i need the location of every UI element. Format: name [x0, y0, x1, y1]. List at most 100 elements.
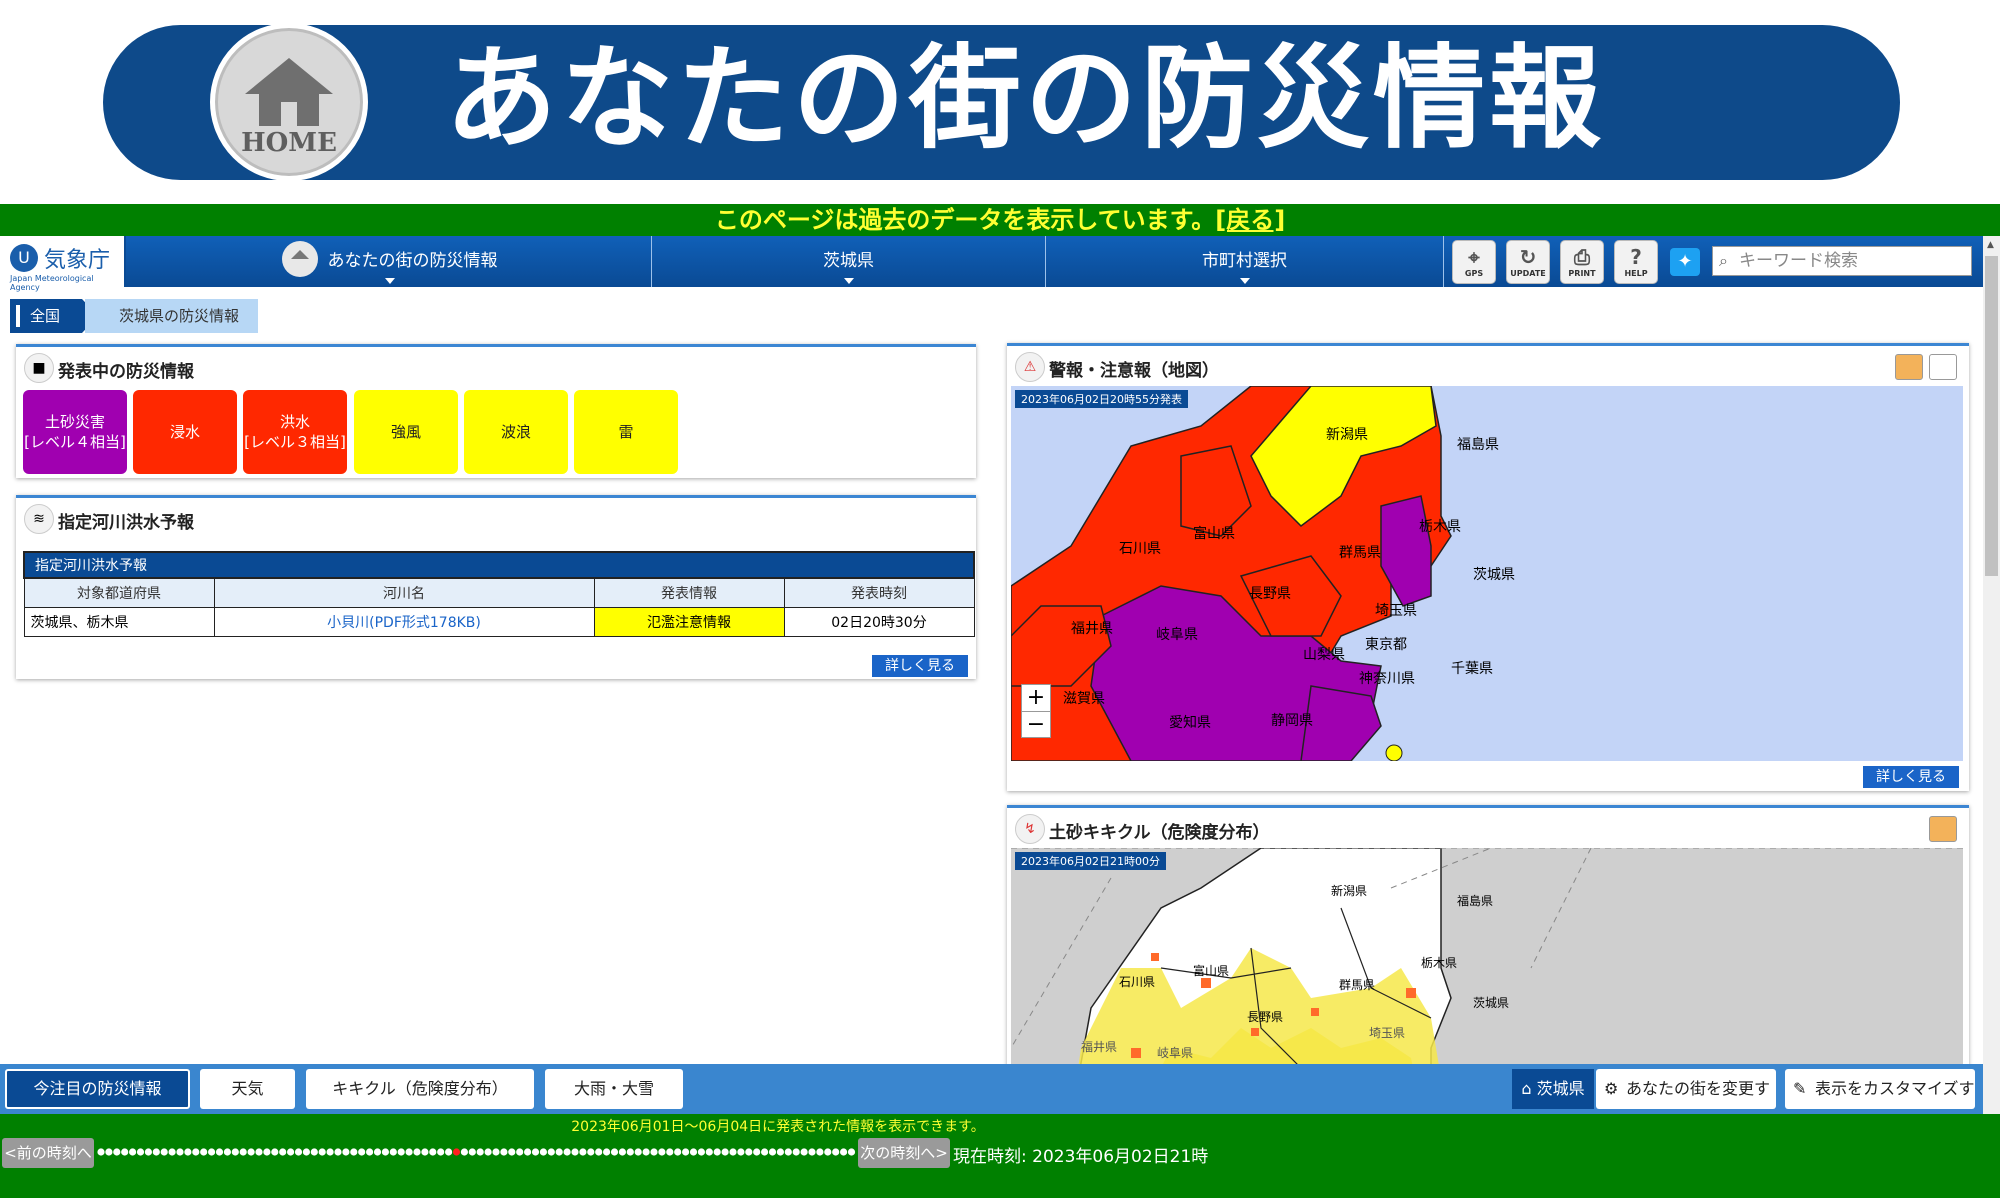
timeline-dot[interactable]: [460, 1148, 468, 1156]
warning-tile-strong-wind[interactable]: 強風: [354, 390, 458, 474]
timeline-dot[interactable]: [468, 1148, 476, 1156]
timeline-dot[interactable]: [136, 1148, 145, 1156]
timeline-dot[interactable]: [287, 1148, 295, 1156]
timeline-dot[interactable]: [524, 1148, 532, 1156]
timeline-current-dot[interactable]: [452, 1148, 461, 1156]
timeline-dot[interactable]: [445, 1148, 453, 1156]
timeline-dot[interactable]: [247, 1148, 255, 1156]
timeline-dot[interactable]: [223, 1148, 231, 1156]
zoom-out-button[interactable]: −: [1022, 711, 1050, 737]
timeline-dot[interactable]: [634, 1148, 642, 1156]
timeline-dot[interactable]: [129, 1148, 137, 1156]
timeline-dot[interactable]: [840, 1148, 848, 1156]
timeline-dot[interactable]: [184, 1148, 192, 1156]
nav-item-prefecture[interactable]: 茨城県: [652, 236, 1046, 287]
timeline-dot[interactable]: [413, 1148, 421, 1156]
timeline-dot[interactable]: [358, 1148, 366, 1156]
timeline-dot[interactable]: [768, 1148, 777, 1156]
customize-button[interactable]: ✎表示をカスタマイズする: [1785, 1069, 1975, 1138]
timeline-dot[interactable]: [381, 1148, 389, 1156]
timeline-dot[interactable]: [231, 1148, 239, 1156]
list-view-icon[interactable]: [1929, 354, 1957, 380]
timeline-dot[interactable]: [334, 1148, 342, 1156]
nav-item-municipality[interactable]: 市町村選択: [1046, 236, 1444, 287]
timeline-dot[interactable]: [144, 1148, 152, 1156]
warning-tile-thunder[interactable]: 雷: [574, 390, 678, 474]
river-more-button[interactable]: 詳しく見る: [872, 655, 968, 677]
warnings-map[interactable]: 2023年06月02日20時55分発表 新潟県 福島県 富山県 石川県 栃木県 …: [1011, 386, 1963, 761]
map-more-button[interactable]: 詳しく見る: [1863, 766, 1959, 788]
nav-item-local-info[interactable]: あなたの街の防災情報: [128, 236, 652, 287]
timeline-dot[interactable]: [729, 1148, 737, 1156]
timeline-dot[interactable]: [484, 1148, 492, 1156]
timeline-dot[interactable]: [500, 1148, 508, 1156]
timeline-dot[interactable]: [342, 1148, 350, 1156]
timeline-dot[interactable]: [563, 1148, 571, 1156]
update-button[interactable]: ↻ UPDATE: [1506, 240, 1550, 284]
timeline-dot[interactable]: [626, 1148, 634, 1156]
timeline-dot[interactable]: [516, 1148, 524, 1156]
timeline-dot[interactable]: [753, 1148, 761, 1156]
timeline-dot[interactable]: [587, 1148, 595, 1156]
tab-kikikuru[interactable]: キキクル（危険度分布）: [306, 1069, 534, 1109]
map-view-icon[interactable]: [1895, 354, 1923, 380]
timeline-dot[interactable]: [263, 1148, 271, 1156]
timeline-dot[interactable]: [508, 1148, 516, 1156]
timeline-dot[interactable]: [208, 1148, 216, 1156]
timeline-dot[interactable]: [571, 1148, 579, 1156]
breadcrumb-all[interactable]: 全国: [10, 299, 98, 333]
tab-heavy-rain-snow[interactable]: 大雨・大雪: [545, 1069, 683, 1109]
warning-tile-high-waves[interactable]: 波浪: [464, 390, 568, 474]
timeline-dot[interactable]: [618, 1148, 627, 1156]
timeline-dot[interactable]: [176, 1148, 184, 1156]
timeline-dot[interactable]: [192, 1148, 200, 1156]
timeline-dot[interactable]: [816, 1148, 824, 1156]
timeline-dot[interactable]: [666, 1148, 674, 1156]
timeline-dot[interactable]: [318, 1148, 326, 1156]
timeline-dot[interactable]: [294, 1148, 303, 1156]
prev-time-button[interactable]: <前の時刻へ: [2, 1138, 94, 1168]
scroll-up-icon[interactable]: ▲: [1987, 240, 1994, 250]
timeline-dot[interactable]: [824, 1148, 832, 1156]
timeline-dot[interactable]: [847, 1148, 856, 1156]
timeline-dot[interactable]: [255, 1148, 263, 1156]
timeline-dot[interactable]: [610, 1148, 619, 1156]
timeline-dot[interactable]: [697, 1148, 706, 1156]
timeline-dot[interactable]: [215, 1148, 224, 1156]
timeline-dot[interactable]: [492, 1148, 500, 1156]
print-button[interactable]: ⎙ PRINT: [1560, 240, 1604, 284]
timeline-dot[interactable]: [674, 1148, 682, 1156]
timeline-dot[interactable]: [160, 1148, 168, 1156]
tab-weather[interactable]: 天気: [200, 1069, 295, 1109]
tab-featured-info[interactable]: 今注目の防災情報: [5, 1069, 190, 1109]
timeline-dot[interactable]: [405, 1148, 413, 1156]
timeline-dot[interactable]: [539, 1148, 547, 1156]
river-pdf-link[interactable]: 小貝川(PDF形式178KB): [213, 606, 595, 637]
timeline-dot[interactable]: [302, 1148, 310, 1156]
twitter-button[interactable]: ✦: [1670, 248, 1700, 276]
timeline-dot[interactable]: [682, 1148, 690, 1156]
timeline-dot[interactable]: [650, 1148, 658, 1156]
back-link[interactable]: [戻る]: [1215, 206, 1285, 234]
timeline-dot[interactable]: [271, 1148, 279, 1156]
timeline-dot[interactable]: [800, 1148, 808, 1156]
timeline-dot[interactable]: [105, 1148, 113, 1156]
home-button[interactable]: HOME: [210, 23, 368, 181]
timeline-dot[interactable]: [642, 1148, 650, 1156]
timeline-dot[interactable]: [579, 1148, 587, 1156]
timeline-dot[interactable]: [689, 1148, 698, 1156]
next-time-button[interactable]: 次の時刻へ>: [858, 1138, 950, 1168]
timeline-dot[interactable]: [784, 1148, 792, 1156]
timeline-dot[interactable]: [97, 1148, 105, 1156]
timeline-dot[interactable]: [808, 1148, 816, 1156]
timeline-dot[interactable]: [310, 1148, 318, 1156]
timeline-dot[interactable]: [279, 1148, 287, 1156]
timeline-dot[interactable]: [705, 1148, 713, 1156]
timeline-dot[interactable]: [721, 1148, 729, 1156]
map-view-icon[interactable]: [1929, 816, 1957, 842]
timeline-dot[interactable]: [168, 1148, 176, 1156]
timeline-dot[interactable]: [421, 1148, 429, 1156]
timeline-dot[interactable]: [113, 1148, 121, 1156]
timeline-dot[interactable]: [832, 1148, 840, 1156]
jma-logo[interactable]: U 気象庁 Japan Meteorological Agency: [0, 236, 126, 292]
